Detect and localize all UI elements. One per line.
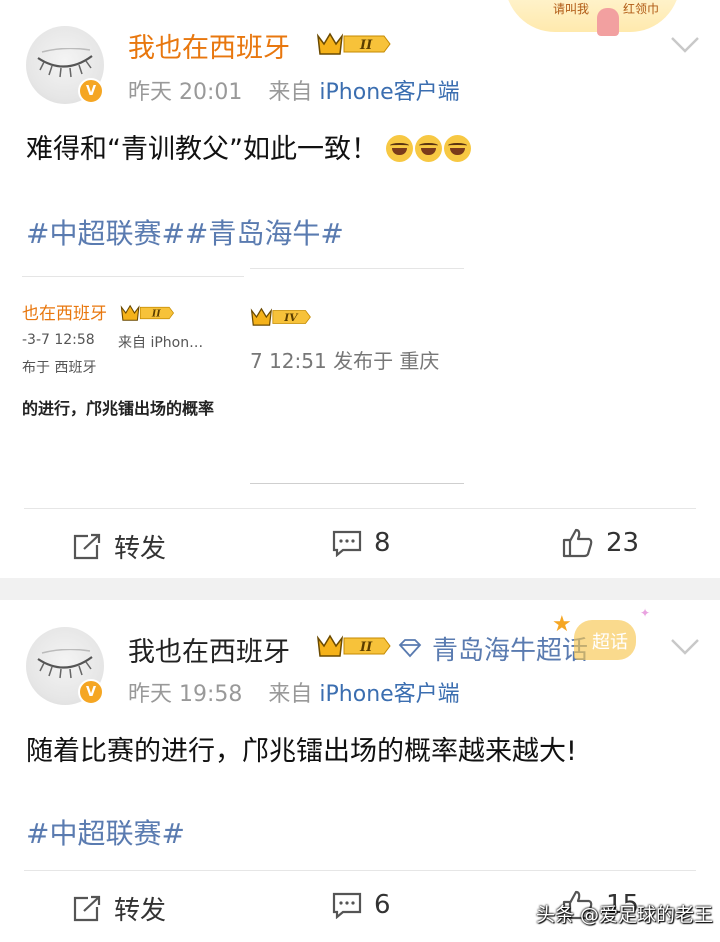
- comment-count: 6: [374, 890, 391, 920]
- divider: [24, 508, 696, 509]
- topic-badge-text: 超话: [592, 632, 628, 653]
- like-count: 23: [606, 528, 640, 558]
- level-label: II: [151, 309, 161, 320]
- chevron-down-icon[interactable]: [670, 638, 700, 656]
- banner-figure: [597, 8, 619, 36]
- embedded-time-location: 7 12:51 发布于 重庆: [250, 349, 440, 373]
- sparkle-icon: ★: [552, 612, 572, 637]
- level-label: II: [359, 640, 373, 655]
- post-text: 随着比赛的进行，邝兆镭出场的概率越来越大!: [26, 736, 577, 767]
- source-app[interactable]: iPhone客户端: [319, 682, 459, 707]
- decorative-banner: 请叫我 红领巾: [505, 0, 680, 40]
- post-2: V 我也在西班牙 II 青岛海牛超话 超话 ★ ✦ 昨天 19:58 来自 iP…: [0, 600, 720, 941]
- chevron-down-icon[interactable]: [670, 36, 700, 54]
- avatar[interactable]: V: [26, 627, 104, 705]
- embedded-time: -3-7 12:58: [22, 332, 95, 348]
- action-bar: 转发 8 23: [0, 510, 720, 580]
- like-icon: [562, 528, 593, 558]
- embedded-location: 布于 西班牙: [22, 360, 97, 376]
- crown-icon: II: [120, 304, 175, 321]
- laugh-cry-emoji: [443, 135, 471, 162]
- repost-button[interactable]: 转发: [72, 528, 166, 565]
- post-text: 难得和“青训教父”如此一致！: [26, 127, 473, 166]
- v-badge-icon: V: [78, 78, 104, 104]
- hashtags[interactable]: #中超联赛##青岛海牛#: [26, 212, 344, 252]
- crown-icon: II: [316, 32, 391, 55]
- diamond-icon: [398, 639, 422, 658]
- embedded-text: 的进行，邝兆镭出场的概率: [22, 399, 215, 418]
- like-button[interactable]: 23: [562, 528, 639, 558]
- source-prefix: 来自: [268, 80, 313, 105]
- closed-eye-icon: [37, 649, 93, 679]
- embedded-source: 来自 iPhon…: [118, 335, 204, 351]
- sparkle-icon: ✦: [640, 606, 651, 620]
- repost-label: 转发: [114, 896, 167, 926]
- comment-button[interactable]: 6: [332, 890, 391, 920]
- post-time: 昨天 20:01: [128, 80, 243, 105]
- post-time: 昨天 19:58: [128, 682, 243, 707]
- topic-badge: 超话 ★ ✦: [552, 606, 650, 660]
- post-meta: 昨天 19:58 来自 iPhone客户端: [128, 676, 460, 708]
- banner-text-left: 请叫我: [553, 2, 590, 16]
- comment-icon: [332, 892, 362, 919]
- embedded-username: 也在西班牙: [22, 304, 107, 324]
- laugh-cry-emoji: [385, 135, 413, 162]
- repost-icon: [73, 895, 101, 921]
- post-text-content: 难得和“青训教父”如此一致！: [26, 134, 378, 165]
- post-meta: 昨天 20:01 来自 iPhone客户端: [128, 74, 460, 106]
- hashtags[interactable]: #中超联赛#: [26, 812, 185, 852]
- embedded-image-right[interactable]: IV 7 12:51 发布于 重庆: [250, 268, 464, 484]
- divider: [24, 870, 696, 871]
- crown-icon: II: [316, 634, 391, 657]
- source-app[interactable]: iPhone客户端: [319, 80, 459, 105]
- avatar[interactable]: V: [26, 26, 104, 104]
- level-label: IV: [283, 312, 299, 324]
- laugh-cry-emoji: [414, 135, 442, 162]
- embedded-image-left[interactable]: 也在西班牙 II -3-7 12:58 来自 iPhon… 布于 西班牙 的进行…: [22, 276, 244, 469]
- repost-label: 转发: [114, 534, 167, 564]
- v-badge-icon: V: [78, 679, 104, 705]
- repost-button[interactable]: 转发: [72, 890, 166, 927]
- level-label: II: [359, 38, 373, 53]
- watermark: 头条 @爱足球的老王: [536, 904, 714, 926]
- banner-text-right: 红领巾: [623, 2, 660, 16]
- comment-icon: [332, 530, 362, 557]
- post-1: 请叫我 红领巾 V 我也在西班牙 II 昨天 20:01 来自 iPhone客户…: [0, 0, 720, 578]
- comment-button[interactable]: 8: [332, 528, 391, 558]
- username[interactable]: 我也在西班牙: [128, 26, 290, 65]
- username[interactable]: 我也在西班牙: [128, 630, 290, 669]
- closed-eye-icon: [37, 48, 93, 78]
- post-separator: [0, 578, 720, 600]
- comment-count: 8: [374, 528, 391, 558]
- repost-icon: [73, 533, 101, 559]
- source-prefix: 来自: [268, 682, 313, 707]
- crown-icon: IV: [250, 307, 311, 326]
